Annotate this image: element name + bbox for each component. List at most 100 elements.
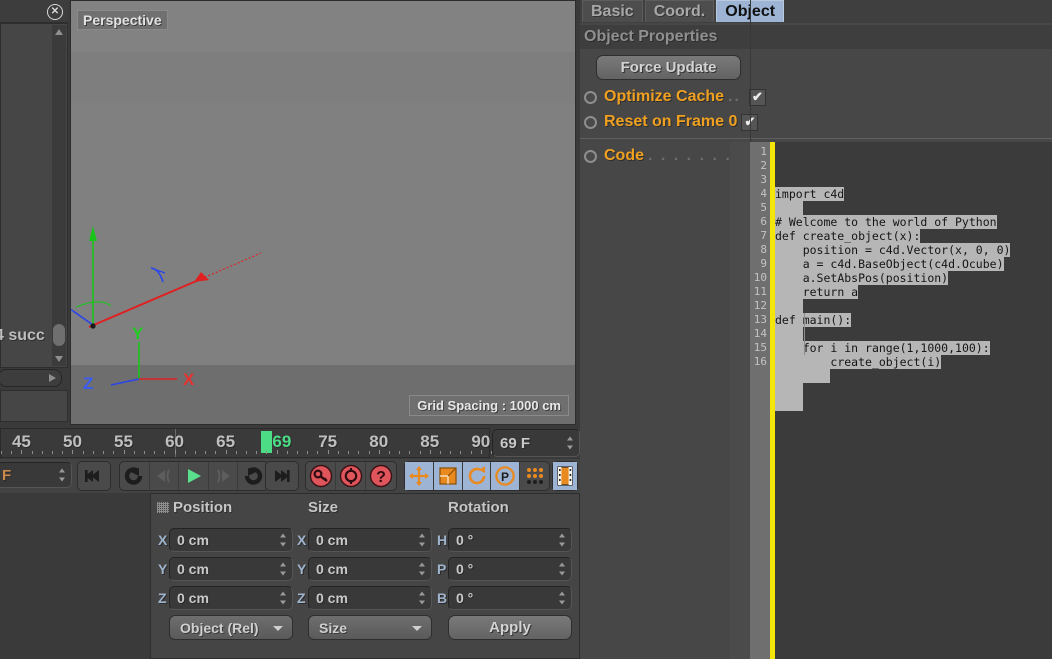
position-stepper-z[interactable] xyxy=(280,592,287,605)
point-level-animation-toggle[interactable] xyxy=(520,462,549,490)
rotation-stepper-h[interactable] xyxy=(559,534,566,547)
force-update-label: Force Update xyxy=(621,59,717,76)
play-reverse-button[interactable] xyxy=(120,462,150,490)
radio-icon-reset-on-frame-0[interactable] xyxy=(584,116,597,129)
python-code-editor[interactable]: 12345678910111213141516 import c4d # Wel… xyxy=(750,142,1052,659)
size-field-y[interactable]: 0 cm xyxy=(308,557,432,581)
c4d-window: ✕ 4 succ Perspective xyxy=(0,0,1052,659)
transport-bar: F xyxy=(0,459,580,493)
position-keyframe-toggle[interactable] xyxy=(405,462,434,490)
scroll-down-arrow-icon[interactable] xyxy=(55,356,63,362)
force-update-button[interactable]: Force Update xyxy=(596,55,741,80)
size-mode-dropdown[interactable]: Size xyxy=(308,615,432,640)
send-arrow-icon[interactable] xyxy=(49,374,56,382)
size-label-x: X xyxy=(297,532,306,548)
position-field-x[interactable]: 0 cm xyxy=(169,528,293,552)
scrollbar-thumb[interactable] xyxy=(53,324,65,346)
code-line-number: 1 xyxy=(750,145,767,159)
drag-grip-icon[interactable] xyxy=(157,502,169,513)
timeline-button[interactable] xyxy=(553,462,577,490)
keyframe-selection-button[interactable]: ? xyxy=(366,462,396,490)
code-line-number: 2 xyxy=(750,159,767,173)
rotation-stepper-b[interactable] xyxy=(559,592,566,605)
left-panel-list[interactable]: 4 succ xyxy=(0,23,68,368)
position-field-y[interactable]: 0 cm xyxy=(169,557,293,581)
apply-button[interactable]: Apply xyxy=(448,615,572,640)
code-indent-guide xyxy=(804,313,805,355)
property-row-reset-on-frame-0[interactable]: Reset on Frame 0 ✔ xyxy=(584,111,758,133)
film-strip-icon xyxy=(556,466,574,486)
left-panel-scrollbar[interactable] xyxy=(52,25,66,366)
position-field-z[interactable]: 0 cm xyxy=(169,586,293,610)
size-stepper-x[interactable] xyxy=(419,534,426,547)
rotation-stepper-p[interactable] xyxy=(559,563,566,576)
svg-text:X: X xyxy=(183,370,195,389)
size-field-z[interactable]: 0 cm xyxy=(308,586,432,610)
size-value-x: 0 cm xyxy=(316,532,348,548)
go-to-end-group xyxy=(265,461,299,491)
code-line-number: 15 xyxy=(750,341,767,355)
rotation-field-h[interactable]: 0 ° xyxy=(448,528,572,552)
code-line: a = c4d.BaseObject(c4d.Ocube) xyxy=(775,257,1052,271)
autokey-circle-icon xyxy=(339,464,363,488)
close-icon[interactable]: ✕ xyxy=(47,4,63,20)
column-header-position: Position xyxy=(173,499,232,516)
timeline-tick-label: 90 xyxy=(471,432,490,452)
rotation-field-b[interactable]: 0 ° xyxy=(448,586,572,610)
autokeying-button[interactable] xyxy=(336,462,366,490)
timeline-ruler[interactable]: 45505560656975808590 xyxy=(0,428,490,458)
size-stepper-z[interactable] xyxy=(419,592,426,605)
frame-rate-stepper[interactable] xyxy=(59,469,66,482)
coordinate-mode-dropdown[interactable]: Object (Rel) xyxy=(169,615,293,640)
perspective-viewport[interactable]: Perspective X Y Z Grid Spacing : 1000 cm xyxy=(70,0,576,425)
frame-rate-field[interactable]: F xyxy=(0,462,72,488)
column-header-size: Size xyxy=(308,499,338,516)
play-forward-loop-button[interactable] xyxy=(238,462,268,490)
frame-stepper[interactable] xyxy=(567,437,574,450)
code-line: return a xyxy=(775,285,1052,299)
position-stepper-x[interactable] xyxy=(280,534,287,547)
code-line: import c4d xyxy=(775,187,1052,201)
timeline-tick-label: 45 xyxy=(12,432,31,452)
position-stepper-y[interactable] xyxy=(280,563,287,576)
position-value-x: 0 cm xyxy=(177,532,209,548)
scroll-up-arrow-icon[interactable] xyxy=(55,29,63,35)
radio-icon-code[interactable] xyxy=(584,150,597,163)
size-stepper-y[interactable] xyxy=(419,563,426,576)
go-to-start-group xyxy=(77,461,111,491)
code-line-number: 3 xyxy=(750,173,767,187)
property-row-optimize-cache[interactable]: Optimize Cache .. ✔ xyxy=(584,86,766,108)
rotation-value-b: 0 ° xyxy=(456,590,473,606)
code-text-area[interactable]: import c4d # Welcome to the world of Pyt… xyxy=(775,142,1052,659)
rotation-label-b: B xyxy=(437,590,447,606)
scale-keyframe-toggle[interactable] xyxy=(434,462,463,490)
parameter-keyframe-toggle[interactable]: P xyxy=(491,462,520,490)
timeline-tick-label: 65 xyxy=(216,432,235,452)
frame-rate-value: F xyxy=(2,467,11,484)
code-line xyxy=(775,383,1052,397)
code-line-number: 14 xyxy=(750,327,767,341)
previous-frame-button[interactable] xyxy=(150,462,180,490)
tab-coord[interactable]: Coord. xyxy=(645,0,715,22)
current-frame-field[interactable]: 69 F xyxy=(492,429,580,457)
checkbox-optimize-cache[interactable]: ✔ xyxy=(749,89,766,106)
properties-divider xyxy=(580,138,1052,139)
rotation-field-p[interactable]: 0 ° xyxy=(448,557,572,581)
go-to-start-button[interactable] xyxy=(78,462,108,490)
radio-icon-optimize-cache[interactable] xyxy=(584,91,597,104)
tab-basic[interactable]: Basic xyxy=(582,0,643,22)
code-line: def main(): xyxy=(775,313,1052,327)
go-to-end-button[interactable] xyxy=(266,462,296,490)
play-button[interactable] xyxy=(179,462,209,490)
position-value-y: 0 cm xyxy=(177,561,209,577)
viewport-3d-content: X Y Z xyxy=(71,1,576,425)
record-keyframe-button[interactable] xyxy=(306,462,336,490)
rotation-keyframe-toggle[interactable] xyxy=(463,462,492,490)
size-field-x[interactable]: 0 cm xyxy=(308,528,432,552)
property-label-reset-on-frame-0: Reset on Frame 0 xyxy=(604,113,737,131)
next-frame-button[interactable] xyxy=(209,462,239,490)
timeline-tick-label: 80 xyxy=(369,432,388,452)
position-label-z: Z xyxy=(158,590,167,606)
move-arrows-icon xyxy=(408,465,430,487)
left-panel-input[interactable] xyxy=(0,369,62,387)
